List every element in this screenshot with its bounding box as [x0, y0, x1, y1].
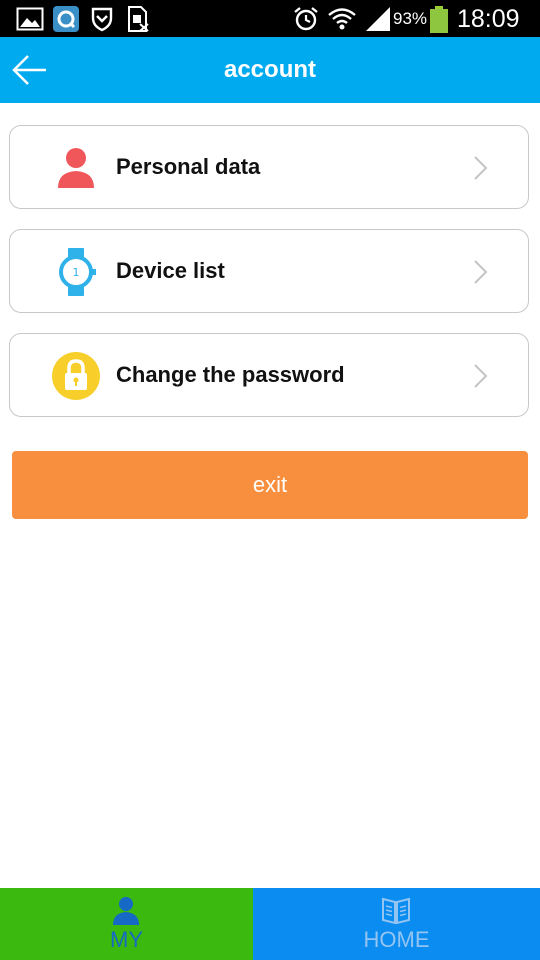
chevron-right-icon	[474, 156, 488, 180]
book-icon	[382, 897, 410, 925]
device-list-item[interactable]: 1 Device list	[9, 229, 529, 313]
bottom-nav: MY HOME	[0, 888, 540, 960]
tab-home[interactable]: HOME	[253, 888, 540, 960]
lock-icon	[52, 352, 100, 400]
svg-text:1: 1	[73, 266, 80, 279]
q-app-icon	[53, 6, 79, 32]
personal-data-label: Personal data	[116, 154, 261, 179]
signal-icon	[366, 7, 390, 31]
status-bar: 93% 18:09	[0, 0, 540, 37]
exit-button[interactable]: exit	[12, 451, 528, 519]
wifi-icon	[328, 8, 356, 30]
tab-my-label: MY	[110, 927, 143, 952]
shield-icon	[91, 7, 113, 32]
chevron-right-icon	[474, 260, 488, 284]
battery-percent: 93%	[393, 9, 428, 28]
tab-home-label: HOME	[363, 927, 430, 952]
clock: 18:09	[457, 5, 520, 33]
sim-icon	[128, 6, 149, 32]
app-header: account	[0, 37, 540, 103]
change-password-item[interactable]: Change the password	[9, 333, 529, 417]
watch-icon: 1	[59, 248, 96, 296]
change-password-label: Change the password	[116, 362, 345, 387]
device-list-label: Device list	[116, 258, 225, 283]
battery-icon	[430, 6, 448, 33]
person-icon	[58, 148, 94, 188]
personal-data-item[interactable]: Personal data	[9, 125, 529, 209]
chevron-right-icon	[474, 364, 488, 388]
person-icon	[113, 897, 139, 925]
gallery-icon	[16, 7, 44, 31]
alarm-icon	[294, 7, 318, 31]
tab-my[interactable]: MY	[0, 888, 253, 960]
page-title: account	[223, 56, 316, 83]
